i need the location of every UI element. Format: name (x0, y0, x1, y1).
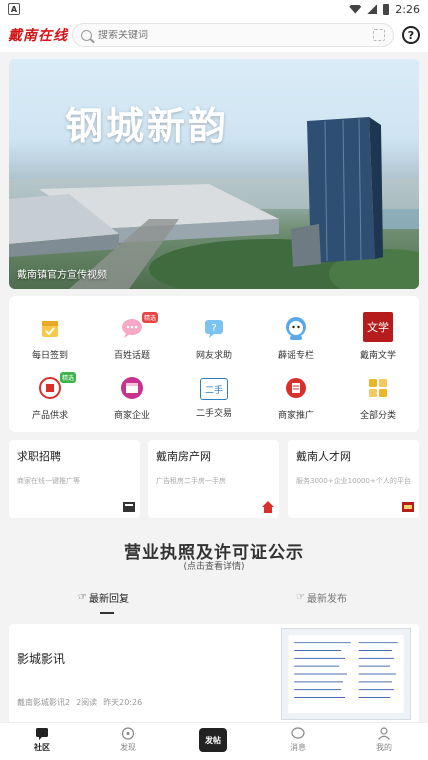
post-title: 影城影讯 (17, 652, 66, 666)
user-icon (378, 727, 390, 740)
category-grid: 每日签到 精选 百姓话题 ? 网友求助 薜谣专栏 文学 戴南文学 精选 产品供求 (9, 296, 419, 432)
promo-card-talent[interactable]: 戴南人才网 服务3000+企业10000+个人的平台 (288, 440, 419, 518)
grid-item-merchants[interactable]: 商家企业 (91, 370, 173, 426)
post-card[interactable]: 影城影讯 戴南影城影讯2 2阅读 昨天20:26 (9, 624, 419, 724)
all-categories-icon (364, 374, 392, 402)
nav-mine[interactable]: 我的 (364, 727, 404, 753)
community-icon (36, 728, 48, 740)
city-skyline-image (9, 117, 419, 289)
tab-label: 最新回复 (88, 594, 129, 605)
grid-label: 百姓话题 (113, 351, 150, 361)
promo-title: 求职招聘 (17, 450, 61, 463)
promo-desc: 商家在线一键推广等 (17, 477, 80, 485)
grid-label: 全部分类 (359, 411, 396, 421)
nav-label: 发现 (120, 743, 136, 752)
hot-badge: 精选 (60, 372, 77, 383)
nav-label: 我的 (376, 743, 392, 752)
grid-item-topics[interactable]: 精选 百姓话题 (91, 310, 173, 366)
grid-item-rumor[interactable]: 薜谣专栏 (255, 310, 337, 366)
signal-icon (367, 4, 378, 14)
promo-desc: 服务3000+企业10000+个人的平台 (296, 477, 411, 485)
battery-icon (383, 3, 390, 15)
hand-pointer-icon: ☞ (296, 592, 305, 603)
status-bar: A 2:26 (0, 0, 428, 18)
promo-card-realestate[interactable]: 戴南房产网 广告租房二手房一手房 (148, 440, 279, 518)
grid-item-promotion[interactable]: 商家推广 (255, 370, 337, 426)
grid-label: 二手交易 (195, 409, 232, 419)
scan-icon[interactable] (373, 29, 385, 41)
grid-item-secondhand[interactable]: 二手 二手交易 (173, 370, 255, 426)
tab-latest-post[interactable]: ☞ 最新发布 (296, 590, 347, 605)
banner-caption: 戴南镇官方宣传视频 (17, 270, 107, 281)
house-icon (262, 501, 274, 513)
promotion-icon (282, 374, 310, 402)
banner-title: 钢城新韵 (65, 104, 230, 148)
nav-messages[interactable]: 消息 (278, 727, 318, 753)
secondhand-icon: 二手 (200, 378, 228, 400)
grid-label: 商家企业 (113, 411, 150, 421)
app-logo[interactable]: 戴南在线 (8, 25, 67, 45)
tab-label: 最新发布 (306, 594, 347, 605)
grid-item-supply[interactable]: 精选 产品供求 (9, 370, 91, 426)
help-icon[interactable]: ? (402, 26, 420, 44)
active-tab-indicator (100, 612, 114, 614)
mascot-icon (282, 314, 310, 342)
nav-discover[interactable]: 发现 (108, 727, 148, 753)
literature-seal-text: 文学 (367, 321, 389, 334)
storefront-icon (118, 374, 146, 402)
supply-demand-icon: 精选 (36, 372, 77, 402)
chat-bubble-icon: 精选 (118, 312, 159, 342)
grid-label: 戴南文学 (359, 351, 396, 361)
grid-item-help[interactable]: ? 网友求助 (173, 310, 255, 366)
grid-label: 每日签到 (31, 351, 68, 361)
grid-item-checkin[interactable]: 每日签到 (9, 310, 91, 366)
wifi-icon (349, 4, 362, 14)
feed-tabs: ☞ 最新回复 ☞ 最新发布 (0, 590, 428, 614)
literature-seal-icon: 文学 (363, 312, 393, 342)
hot-badge: 精选 (142, 312, 159, 323)
post-meta: 戴南影城影讯2 2阅读 昨天20:26 (17, 697, 142, 708)
post-time: 昨天20:26 (103, 698, 143, 707)
notification-icon: A (8, 3, 20, 15)
promo-card-jobs[interactable]: 求职招聘 商家在线一键推广等 (9, 440, 140, 518)
promo-desc: 广告租房二手房一手房 (156, 477, 226, 485)
search-input[interactable] (98, 29, 367, 41)
promo-title: 戴南人才网 (296, 450, 351, 463)
talent-icon (402, 502, 414, 512)
hero-banner[interactable]: 钢城新韵 戴南镇官方宣传视频 (9, 59, 419, 289)
svg-text:?: ? (211, 323, 216, 334)
post-thumbnail (281, 628, 411, 720)
top-header: 戴南在线 ? (0, 18, 428, 52)
post-author: 戴南影城影讯2 (17, 698, 71, 707)
grid-label: 薜谣专栏 (277, 351, 314, 361)
grid-item-literature[interactable]: 文学 戴南文学 (337, 310, 419, 366)
message-icon (291, 727, 305, 739)
grid-label: 产品供求 (31, 411, 68, 421)
hand-pointer-icon: ☞ (78, 592, 87, 603)
question-bubble-icon: ? (200, 314, 228, 342)
nav-label: 消息 (290, 743, 306, 752)
nav-label: 社区 (34, 743, 50, 752)
nav-community[interactable]: 社区 (22, 727, 62, 753)
compass-icon (121, 727, 135, 740)
search-bar[interactable] (72, 23, 394, 47)
calendar-check-icon (36, 314, 64, 342)
grid-label: 商家推广 (277, 411, 314, 421)
search-icon (81, 29, 92, 41)
secondhand-text: 二手 (204, 385, 223, 396)
tab-latest-reply[interactable]: ☞ 最新回复 (78, 590, 129, 605)
license-notice-subtitle[interactable]: (点击查看详情) (0, 559, 428, 572)
promo-title: 戴南房产网 (156, 450, 211, 463)
grid-label: 网友求助 (195, 351, 232, 361)
grid-item-all[interactable]: 全部分类 (337, 370, 419, 426)
compose-post-button[interactable]: 发帖 (199, 728, 227, 752)
status-time: 2:26 (395, 2, 420, 16)
post-reads: 2阅读 (76, 698, 98, 707)
recruit-icon (123, 502, 135, 512)
